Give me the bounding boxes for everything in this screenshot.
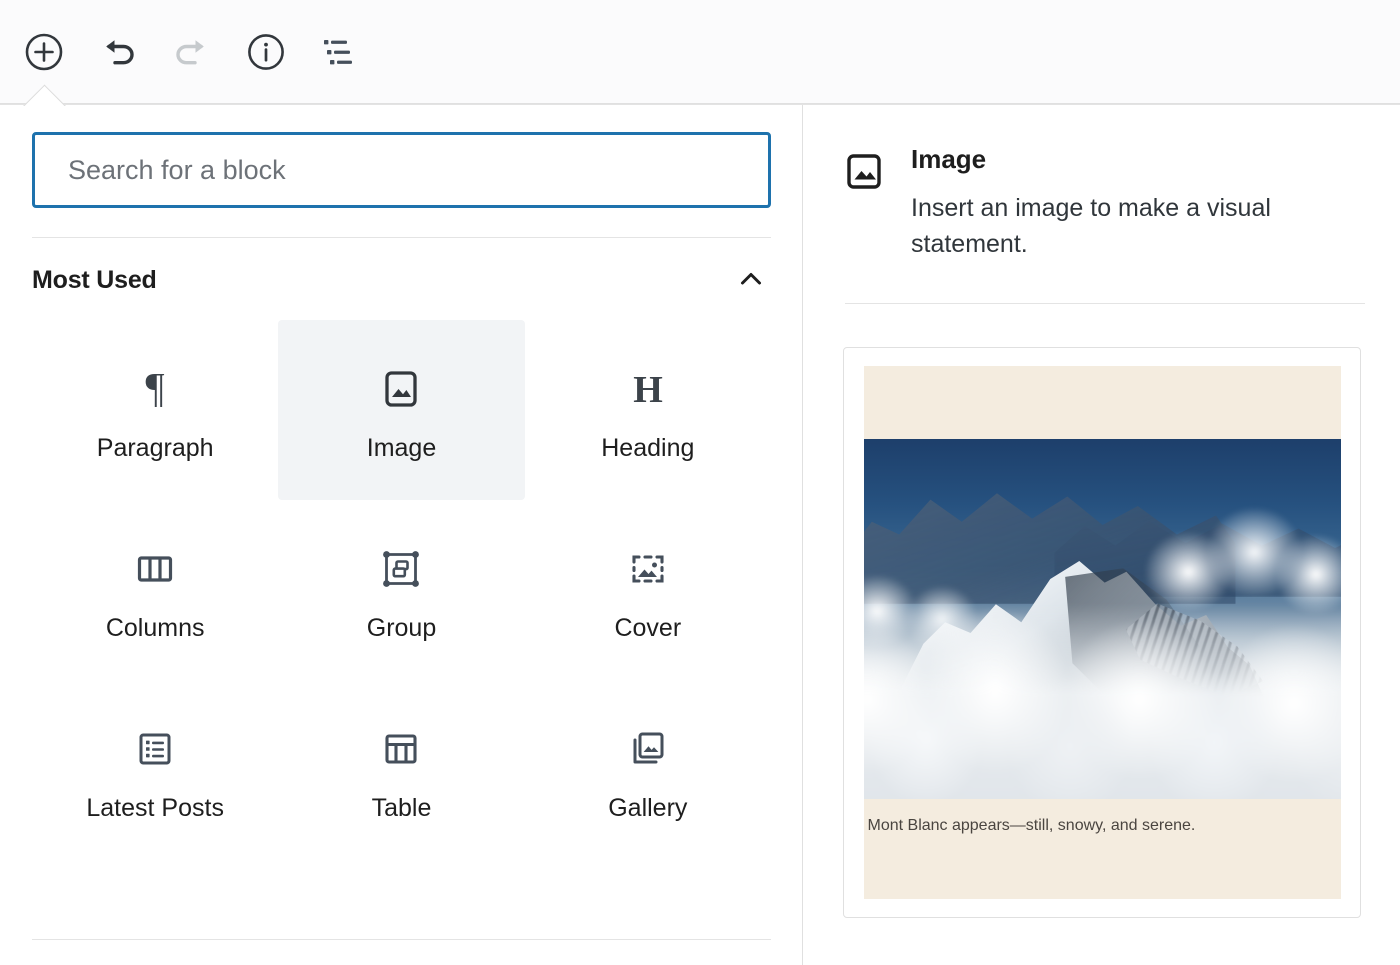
- block-label: Latest Posts: [86, 794, 224, 823]
- block-item-cover[interactable]: Cover: [525, 500, 771, 680]
- columns-icon: [132, 538, 178, 600]
- bottom-divider: [32, 939, 771, 940]
- block-item-columns[interactable]: Columns: [32, 500, 278, 680]
- redo-icon: [170, 32, 214, 72]
- cover-icon: [625, 538, 671, 600]
- block-item-group[interactable]: Group: [278, 500, 524, 680]
- block-item-table[interactable]: Table: [278, 680, 524, 860]
- svg-text:H: H: [633, 369, 663, 411]
- editor-toolbar: [0, 0, 1400, 104]
- example-photo: [864, 439, 1341, 799]
- inserter-preview-column: Image Insert an image to make a visual s…: [803, 105, 1399, 965]
- block-item-paragraph[interactable]: ¶ Paragraph: [32, 320, 278, 500]
- block-label: Group: [367, 614, 436, 643]
- block-label: Cover: [614, 614, 681, 643]
- section-header-most-used[interactable]: Most Used: [32, 238, 771, 316]
- plus-circle-icon: [24, 32, 64, 72]
- block-label: Image: [367, 434, 436, 463]
- block-label: Paragraph: [97, 434, 214, 463]
- preview-example-inner: Mont Blanc appears—still, snowy, and ser…: [864, 366, 1341, 899]
- preview-header: Image Insert an image to make a visual s…: [843, 143, 1359, 262]
- preview-title: Image: [911, 145, 1359, 174]
- gallery-icon: [625, 718, 671, 780]
- preview-divider: [845, 303, 1365, 304]
- list-view-icon: [319, 35, 361, 69]
- block-item-image[interactable]: Image: [278, 320, 524, 500]
- section-collapse-button[interactable]: [731, 260, 771, 300]
- table-icon: [378, 718, 424, 780]
- block-inserter-screen: Most Used ¶ P: [0, 0, 1400, 965]
- block-label: Gallery: [608, 794, 687, 823]
- svg-text:¶: ¶: [146, 366, 165, 412]
- preview-example-card: Mont Blanc appears—still, snowy, and ser…: [843, 347, 1361, 918]
- chevron-up-icon: [736, 264, 766, 297]
- block-item-latest-posts[interactable]: Latest Posts: [32, 680, 278, 860]
- block-label: Heading: [601, 434, 694, 463]
- block-label: Columns: [106, 614, 205, 643]
- block-item-heading[interactable]: H Heading: [525, 320, 771, 500]
- inserter-panel: Most Used ¶ P: [0, 104, 1400, 965]
- preview-text-block: Image Insert an image to make a visual s…: [911, 143, 1359, 262]
- example-caption: Mont Blanc appears—still, snowy, and ser…: [864, 799, 1341, 837]
- undo-icon: [96, 32, 140, 72]
- group-icon: [378, 538, 424, 600]
- heading-icon: H: [625, 358, 671, 420]
- image-icon: [378, 358, 424, 420]
- info-icon: [246, 32, 286, 72]
- latest-posts-icon: [132, 718, 178, 780]
- paragraph-icon: ¶: [132, 358, 178, 420]
- section-title: Most Used: [32, 266, 157, 295]
- search-field-wrapper: [32, 105, 770, 208]
- block-label: Table: [372, 794, 432, 823]
- preview-description: Insert an image to make a visual stateme…: [911, 190, 1331, 262]
- undo-button[interactable]: [91, 25, 145, 79]
- add-block-button[interactable]: [17, 25, 71, 79]
- block-grid: ¶ Paragraph Image: [32, 320, 771, 860]
- details-button[interactable]: [239, 25, 293, 79]
- preview-image-icon: [843, 143, 885, 198]
- photo-cloud-sea: [864, 604, 1341, 798]
- redo-button[interactable]: [165, 25, 219, 79]
- block-item-gallery[interactable]: Gallery: [525, 680, 771, 860]
- search-input[interactable]: [32, 132, 771, 208]
- inserter-left-column: Most Used ¶ P: [0, 105, 803, 965]
- list-view-button[interactable]: [313, 25, 367, 79]
